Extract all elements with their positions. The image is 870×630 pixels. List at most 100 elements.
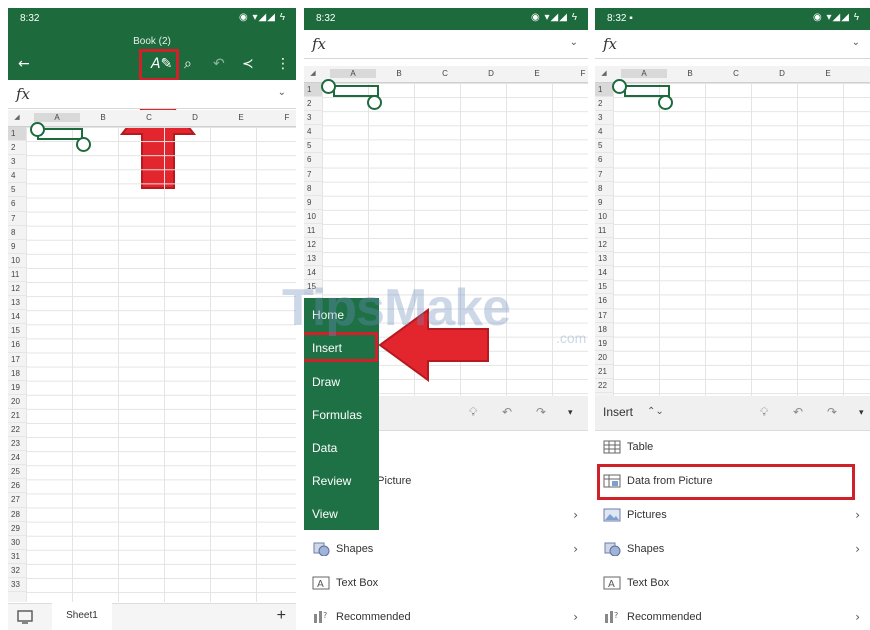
selection-handle[interactable]	[321, 79, 336, 94]
list-item-table[interactable]: Table	[595, 432, 870, 466]
selection-handle[interactable]	[76, 137, 91, 152]
menu-item-draw[interactable]: Draw	[312, 375, 340, 389]
row-header[interactable]: 18	[595, 323, 613, 337]
back-arrow-icon[interactable]: ←	[18, 56, 30, 72]
row-header[interactable]: 10	[595, 210, 613, 224]
row-header[interactable]: 9	[8, 240, 26, 254]
redo-icon[interactable]: ↷	[827, 405, 837, 419]
chevron-down-icon[interactable]: ▾	[568, 408, 573, 418]
redo-icon[interactable]: ↷	[536, 405, 546, 419]
row-header[interactable]: 28	[8, 508, 26, 522]
row-header[interactable]: 16	[8, 338, 26, 353]
row-header[interactable]: 2	[595, 97, 613, 112]
row-header[interactable]: 17	[8, 353, 26, 367]
column-header[interactable]: B	[80, 113, 126, 122]
row-header[interactable]: 32	[8, 564, 26, 578]
row-header[interactable]: 29	[8, 522, 26, 536]
row-header[interactable]: 12	[8, 282, 26, 297]
row-header[interactable]: 6	[8, 197, 26, 212]
row-header[interactable]: 5	[8, 183, 26, 198]
column-header[interactable]: F	[560, 69, 588, 78]
row-header[interactable]: 21	[595, 365, 613, 379]
row-header[interactable]: 4	[8, 169, 26, 184]
row-header[interactable]: 24	[8, 451, 26, 466]
row-header[interactable]: 9	[304, 196, 322, 210]
row-header[interactable]: 6	[304, 153, 322, 168]
row-header[interactable]: 1	[8, 127, 26, 142]
row-header[interactable]: 5	[304, 139, 322, 154]
list-item-pictures[interactable]: Pictures ›	[595, 500, 870, 534]
row-header[interactable]: 30	[8, 536, 26, 550]
sheet-tab[interactable]: Sheet1	[52, 603, 112, 630]
column-header[interactable]: D	[759, 69, 805, 78]
row-header[interactable]: 11	[595, 224, 613, 239]
sheet-list-icon[interactable]	[17, 610, 33, 624]
search-icon[interactable]: ⌕	[184, 56, 192, 72]
row-header[interactable]: 8	[304, 182, 322, 196]
row-header[interactable]: 22	[595, 379, 613, 394]
row-header[interactable]: 15	[8, 324, 26, 339]
list-item-recommended[interactable]: ? Recommended ›	[595, 602, 870, 630]
chevron-down-icon[interactable]: ⌄	[852, 37, 860, 48]
row-header[interactable]: 15	[595, 280, 613, 295]
menu-item-view[interactable]: View	[312, 507, 338, 521]
row-header[interactable]: 9	[595, 196, 613, 210]
cells-area[interactable]	[613, 83, 870, 396]
selection-handle[interactable]	[612, 79, 627, 94]
row-header[interactable]: 8	[595, 182, 613, 196]
menu-item-data[interactable]: Data	[312, 441, 337, 455]
row-header[interactable]: 2	[8, 141, 26, 156]
row-header[interactable]: 12	[595, 238, 613, 253]
row-header[interactable]: 14	[595, 266, 613, 281]
row-header[interactable]: 1	[595, 83, 613, 98]
row-header[interactable]: 6	[595, 153, 613, 168]
row-header[interactable]: 4	[304, 125, 322, 140]
list-item-text-box[interactable]: A Text Box	[595, 568, 870, 602]
row-header[interactable]: 19	[8, 381, 26, 395]
row-header[interactable]: 7	[8, 212, 26, 226]
row-header[interactable]: 4	[595, 125, 613, 140]
row-header[interactable]: 27	[8, 493, 26, 508]
row-header[interactable]: 5	[595, 139, 613, 154]
row-header[interactable]: 20	[8, 395, 26, 409]
row-header[interactable]: 21	[8, 409, 26, 423]
column-header[interactable]: A	[34, 113, 80, 122]
selection-handle[interactable]	[658, 95, 673, 110]
column-header[interactable]: A	[621, 69, 667, 78]
row-header[interactable]: 18	[8, 367, 26, 381]
row-header[interactable]: 10	[304, 210, 322, 224]
row-header[interactable]: 19	[595, 337, 613, 351]
column-header[interactable]: E	[514, 69, 560, 78]
row-header[interactable]: 1	[304, 83, 322, 98]
column-header[interactable]: D	[468, 69, 514, 78]
select-all-corner[interactable]: ◢	[10, 113, 24, 121]
list-item-recommended[interactable]: ? Recommended ›	[304, 602, 588, 630]
menu-item-formulas[interactable]: Formulas	[312, 408, 362, 422]
column-header[interactable]: D	[172, 113, 218, 122]
row-header[interactable]: 13	[595, 252, 613, 267]
select-all-corner[interactable]: ◢	[306, 69, 320, 77]
row-header[interactable]: 14	[8, 310, 26, 325]
column-header[interactable]: A	[330, 69, 376, 78]
share-icon[interactable]: ≺	[242, 56, 254, 72]
list-item-shapes[interactable]: Shapes ›	[304, 534, 588, 568]
column-header[interactable]: C	[422, 69, 468, 78]
column-header[interactable]: E	[218, 113, 264, 122]
select-all-corner[interactable]: ◢	[597, 69, 611, 77]
row-header[interactable]: 31	[8, 550, 26, 564]
row-header[interactable]: 23	[8, 437, 26, 452]
ribbon-tab-selector[interactable]: Insert	[603, 405, 633, 419]
row-header[interactable]: 2	[304, 97, 322, 112]
undo-icon[interactable]: ↶	[793, 405, 803, 419]
column-header[interactable]: E	[805, 69, 851, 78]
formula-bar[interactable]: fx ⌄	[595, 30, 870, 59]
cells-area[interactable]	[26, 127, 296, 602]
row-header[interactable]: 7	[595, 168, 613, 182]
row-header[interactable]: 3	[595, 111, 613, 126]
row-header[interactable]: 13	[304, 252, 322, 267]
row-header[interactable]: 12	[304, 238, 322, 253]
formula-bar[interactable]: fx ⌄	[8, 80, 296, 109]
chevron-down-icon[interactable]: ⌄	[278, 87, 286, 98]
formula-bar[interactable]: fx ⌄	[304, 30, 588, 59]
chevron-down-icon[interactable]: ⌄	[570, 37, 578, 48]
